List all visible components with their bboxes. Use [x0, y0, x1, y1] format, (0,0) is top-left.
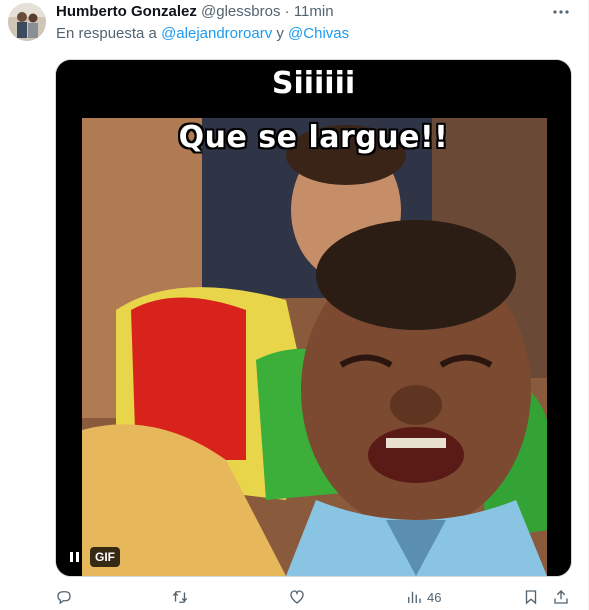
retweet-icon — [172, 591, 188, 603]
bookmark-icon — [525, 590, 537, 605]
gif-media[interactable]: Siiiiii Que se largue!! GIF — [55, 59, 572, 577]
like-button[interactable] — [288, 588, 306, 606]
pause-icon[interactable] — [64, 546, 84, 568]
gif-badge: GIF — [90, 547, 120, 567]
tweet-header: Humberto Gonzalez @glessbros · 11min — [56, 3, 569, 21]
author-handle[interactable]: @glessbros — [201, 3, 280, 20]
views-chart-icon — [408, 591, 421, 603]
bookmark-button[interactable] — [522, 588, 540, 606]
reply-prefix: En respuesta a — [56, 25, 157, 42]
share-button[interactable] — [552, 588, 570, 606]
tweet-actions: 46 — [55, 588, 575, 610]
reply-conjunction: y — [276, 25, 284, 42]
heart-icon — [290, 590, 304, 604]
gif-controls: GIF — [64, 546, 120, 568]
reply-button[interactable] — [55, 588, 73, 606]
header-separator: · — [284, 3, 290, 20]
more-dots-icon[interactable] — [551, 3, 571, 21]
reply-icon — [57, 591, 71, 605]
gif-caption-bottom: Que se largue!! — [178, 120, 449, 155]
reply-context: En respuesta a @alejandroroarv y @Chivas — [56, 25, 349, 43]
views-button[interactable]: 46 — [405, 588, 441, 606]
reply-mention-chivas[interactable]: @Chivas — [288, 25, 349, 42]
tweet-time[interactable]: 11min — [294, 3, 334, 20]
reply-mention-alejandroroarv[interactable]: @alejandroroarv — [161, 25, 272, 42]
author-name[interactable]: Humberto Gonzalez — [56, 3, 197, 20]
avatar[interactable] — [8, 3, 46, 41]
retweet-button[interactable] — [171, 588, 189, 606]
views-count: 46 — [427, 589, 442, 605]
gif-caption-top: Siiiiii — [271, 66, 356, 101]
share-icon — [554, 590, 568, 604]
